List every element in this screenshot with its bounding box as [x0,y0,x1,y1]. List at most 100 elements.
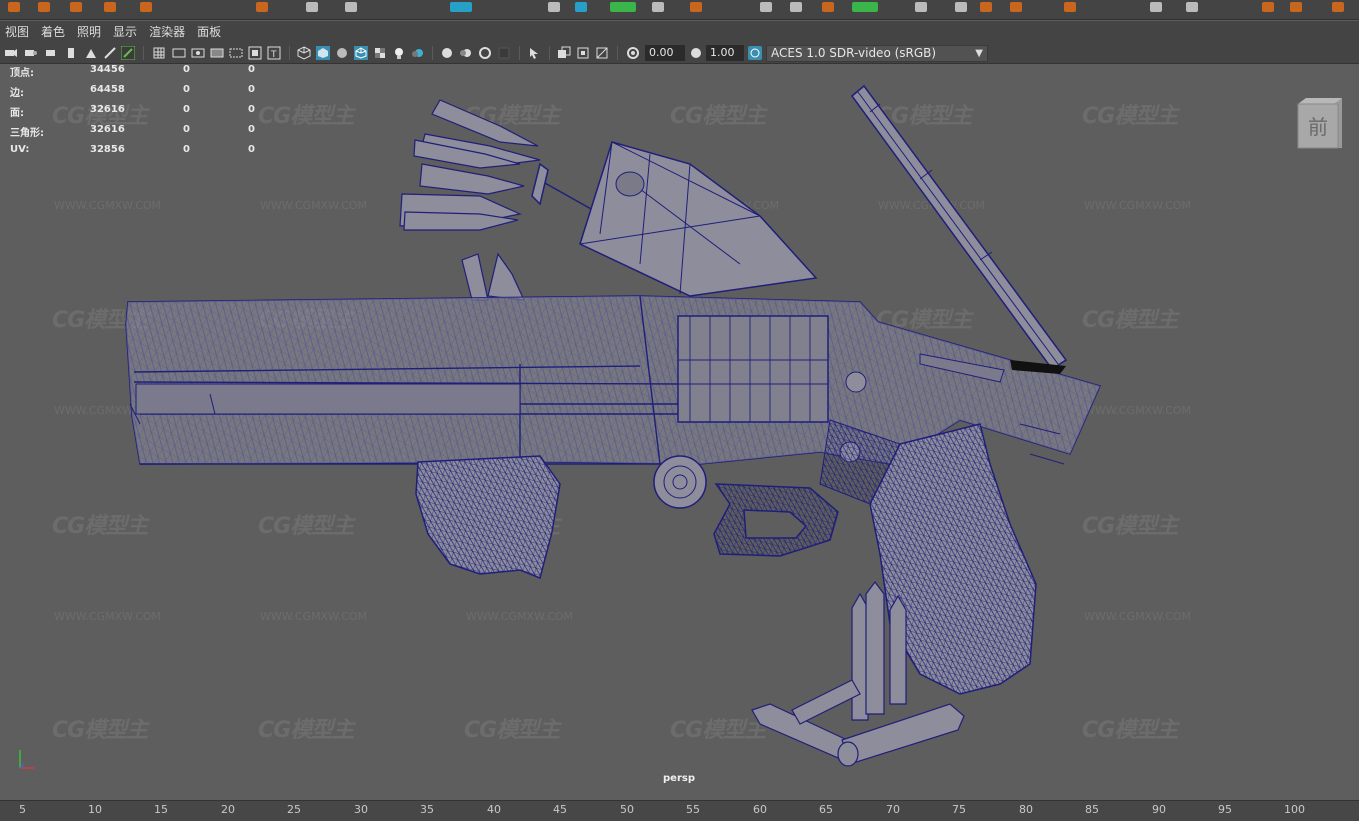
frame-tick: 5 [19,803,26,816]
shelf-tool-icon[interactable] [1290,2,1302,12]
hud-value: 0 [248,144,255,155]
hud-value: 32856 [90,144,125,155]
shelf-tool-icon[interactable] [1262,2,1274,12]
camera-attributes-icon[interactable] [24,46,38,60]
shelf-tool-icon[interactable] [652,2,664,12]
shelf-tool-icon[interactable] [760,2,772,12]
smooth-shade-icon[interactable] [316,46,330,60]
time-slider[interactable]: 5 10 15 20 25 30 35 40 45 50 55 60 65 70… [0,800,1359,821]
loose-bullets-top [399,99,541,231]
color-management-icon[interactable] [748,46,762,60]
frame-tick: 40 [487,803,501,816]
cylinder [579,141,818,297]
shelf-tool-icon[interactable] [38,2,50,12]
anti-aliasing-icon[interactable] [478,46,492,60]
select-camera-icon[interactable] [4,46,18,60]
shelf-tool-icon[interactable] [70,2,82,12]
shelf-bar [0,0,1359,20]
safe-action-icon[interactable] [248,46,262,60]
chevron-down-icon: ▼ [975,48,983,59]
menu-lighting[interactable]: 照明 [72,21,108,43]
xray-joints-icon[interactable] [576,46,590,60]
svg-text:T: T [270,50,277,60]
shelf-tool-icon[interactable] [915,2,927,12]
ejector-rod [531,162,601,215]
shelf-tool-icon[interactable] [1064,2,1076,12]
revolver-model[interactable] [0,64,1359,800]
bookmark-icon[interactable] [64,46,78,60]
xray-components-icon[interactable] [595,46,609,60]
3d-viewport[interactable]: CG模型主 CG模型主 CG模型主 CG模型主 CG模型主 CG模型主 WWW.… [0,64,1359,800]
lying-bullets [751,679,965,767]
menu-shading[interactable]: 着色 [36,21,72,43]
motion-blur-icon[interactable] [459,46,473,60]
textured-icon[interactable] [373,46,387,60]
shelf-tool-icon[interactable] [450,2,472,12]
gamma-field[interactable]: 1.00 [706,45,744,61]
hammer [461,252,525,301]
frame-tick: 80 [1019,803,1033,816]
shelf-tool-icon[interactable] [104,2,116,12]
shelf-tool-icon[interactable] [1186,2,1198,12]
frame-tick: 70 [886,803,900,816]
frame-tick: 45 [553,803,567,816]
exposure-field[interactable]: 0.00 [645,45,685,61]
shelf-tool-icon[interactable] [690,2,702,12]
shelf-tool-icon[interactable] [980,2,992,12]
exposure-icon[interactable] [626,46,640,60]
isolate-select-icon[interactable] [527,46,541,60]
lights-icon[interactable] [392,46,406,60]
film-gate-icon[interactable] [172,46,186,60]
shelf-tool-icon[interactable] [1332,2,1344,12]
viewcube[interactable]: 前 [1296,96,1344,150]
hud-label: UV: [10,144,30,155]
shelf-tool-icon[interactable] [822,2,834,12]
grease-pencil-icon[interactable] [103,46,117,60]
hud-value: 0 [183,84,190,95]
shelf-tool-icon[interactable] [1150,2,1162,12]
gate-mask-icon[interactable] [210,46,224,60]
depth-of-field-icon[interactable] [497,46,511,60]
wireframe-icon[interactable] [297,46,311,60]
shelf-tool-icon[interactable] [548,2,560,12]
safe-title-icon[interactable]: T [267,46,281,60]
bookmark-camera-icon[interactable] [44,46,58,60]
menu-view[interactable]: 视图 [0,21,36,43]
shelf-tool-icon[interactable] [256,2,268,12]
shelf-tool-icon[interactable] [140,2,152,12]
shelf-tool-icon[interactable] [345,2,357,12]
wireframe-on-shaded-icon[interactable] [354,46,368,60]
shelf-tool-icon[interactable] [790,2,802,12]
axis-gizmo [19,750,34,769]
shelf-tool-icon[interactable] [8,2,20,12]
view-transform-dropdown[interactable]: ACES 1.0 SDR-video (sRGB) ▼ [766,45,988,62]
frame-tick: 20 [221,803,235,816]
view-transform-value: ACES 1.0 SDR-video (sRGB) [771,46,937,60]
frame-tick: 30 [354,803,368,816]
menu-renderer[interactable]: 渲染器 [144,21,192,43]
toolbar-separator [432,46,433,60]
grid-icon[interactable] [152,46,166,60]
shelf-tool-icon[interactable] [852,2,878,12]
shadows-icon[interactable] [410,46,424,60]
menu-panels[interactable]: 面板 [192,21,228,43]
screen-space-ao-icon[interactable] [440,46,454,60]
shelf-tool-icon[interactable] [575,2,587,12]
shelf-tool-icon[interactable] [955,2,967,12]
toolbar-separator [289,46,290,60]
frame-tick: 15 [154,803,168,816]
pencil-icon[interactable] [121,46,135,60]
shelf-tool-icon[interactable] [306,2,318,12]
menu-show[interactable]: 显示 [108,21,144,43]
shelf-tool-icon[interactable] [610,2,636,12]
xray-icon[interactable] [557,46,571,60]
field-chart-icon[interactable] [229,46,243,60]
default-material-icon[interactable] [335,46,349,60]
hud-value: 0 [248,64,255,75]
shelf-tool-icon[interactable] [1010,2,1022,12]
hud-label: 边: [10,88,24,99]
viewcube-face-label: 前 [1308,115,1328,139]
gamma-icon[interactable] [689,46,703,60]
resolution-gate-icon[interactable] [191,46,205,60]
image-plane-icon[interactable] [84,46,98,60]
